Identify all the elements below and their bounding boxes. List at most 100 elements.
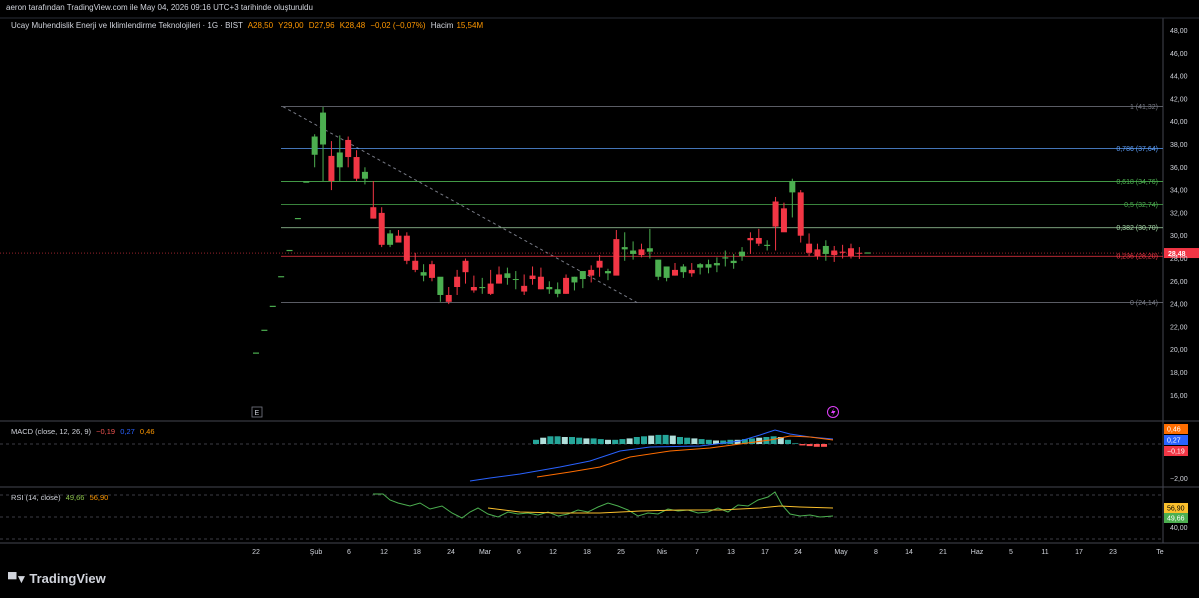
candle-body xyxy=(789,180,796,193)
candle-body xyxy=(412,260,419,270)
candle-body xyxy=(722,257,729,259)
candlestick-series: 28,48 xyxy=(0,106,1199,354)
candle-body xyxy=(437,276,444,295)
macd-histogram-bar xyxy=(705,439,712,444)
macd-histogram-bar xyxy=(569,437,575,444)
candle-body xyxy=(445,294,452,302)
candle-body xyxy=(428,264,435,278)
price-tick-label: 22,00 xyxy=(1170,324,1188,331)
candle-body xyxy=(847,248,854,257)
macd-histogram-bar xyxy=(533,439,539,444)
candle-body xyxy=(512,279,519,281)
macd-histogram-bar xyxy=(677,437,683,444)
macd-histogram-bar xyxy=(655,434,662,444)
macd-histogram-bar xyxy=(641,436,647,444)
candle-body xyxy=(336,152,343,168)
candle-body xyxy=(688,269,695,274)
candle-body xyxy=(361,171,368,179)
time-tick-label: Mar xyxy=(479,549,492,556)
candle-body xyxy=(747,237,754,241)
candle-body xyxy=(705,264,712,268)
rsi-badge-label: 49,66 xyxy=(1167,516,1185,523)
time-tick-label: 17 xyxy=(761,549,769,556)
time-tick-label: 18 xyxy=(583,549,591,556)
time-tick-label: 14 xyxy=(905,549,913,556)
candle-body xyxy=(797,192,804,236)
rsi-tick-label: 40,00 xyxy=(1170,525,1188,532)
macd-histogram-bar xyxy=(583,438,590,444)
price-tick-label: 20,00 xyxy=(1170,347,1188,354)
fib-level-label: 0,786 (37,64) xyxy=(1116,146,1158,153)
time-tick-label: 12 xyxy=(549,549,557,556)
macd-histogram-bar xyxy=(792,443,799,444)
time-tick-label: 24 xyxy=(447,549,455,556)
candle-body xyxy=(588,269,595,276)
rsi-ma-line xyxy=(487,505,834,514)
macd-histogram-bar xyxy=(576,437,583,444)
candle-body xyxy=(462,260,469,273)
macd-histogram-bar xyxy=(806,444,813,447)
rsi-badge-label: 56,90 xyxy=(1167,506,1185,513)
price-tick-label: 18,00 xyxy=(1170,370,1188,377)
candle-body xyxy=(353,157,360,179)
time-tick-label: 23 xyxy=(1109,549,1117,556)
time-tick-label: 25 xyxy=(617,549,625,556)
time-tick-label: 6 xyxy=(347,549,351,556)
macd-histogram-bar xyxy=(684,437,691,444)
rsi-line xyxy=(373,491,834,519)
fib-level-label: 0,382 (30,70) xyxy=(1116,225,1158,232)
candle-body xyxy=(403,235,410,261)
time-tick-label: 6 xyxy=(517,549,521,556)
candle-body xyxy=(680,266,687,273)
candle-body xyxy=(604,271,611,274)
macd-histogram-bar xyxy=(554,436,561,444)
candle-body xyxy=(755,237,762,244)
candle-body xyxy=(663,266,670,278)
macd-histogram-bar xyxy=(691,438,698,444)
candle-body xyxy=(713,263,720,266)
time-tick-label: 24 xyxy=(794,549,802,556)
macd-histogram-bar xyxy=(669,435,676,444)
chart-canvas[interactable]: 1 (41,32) 0,786 (37,64) 0,618 (34,76) 0,5 (… xyxy=(0,0,1199,598)
macd-histogram-bar xyxy=(799,444,806,446)
time-tick-label: 17 xyxy=(1075,549,1083,556)
time-tick-label: 11 xyxy=(1041,549,1048,556)
macd-badge-label: −0,19 xyxy=(1167,449,1185,456)
time-tick-label: 7 xyxy=(695,549,699,556)
lightning-glyph xyxy=(831,408,836,417)
candle-body xyxy=(454,276,461,287)
time-tick-label: Te xyxy=(1156,549,1164,556)
candle-body xyxy=(504,273,511,278)
time-tick-label: 12 xyxy=(380,549,388,556)
price-tick-label: 40,00 xyxy=(1170,119,1188,126)
candle-body xyxy=(638,249,645,256)
macd-histogram-bar xyxy=(626,438,633,444)
candle-body xyxy=(370,207,377,219)
candle-body xyxy=(521,285,528,292)
candle-body xyxy=(487,283,494,294)
e-button-label[interactable]: E xyxy=(255,410,260,417)
macd-histogram-bar xyxy=(619,439,626,444)
time-tick-label: 22 xyxy=(252,549,260,556)
candle-body xyxy=(571,276,578,283)
candle-body xyxy=(311,136,318,155)
time-tick-label: Haz xyxy=(971,549,984,556)
macd-histogram-bar xyxy=(540,437,547,444)
macd-tick-label: −2,00 xyxy=(1170,476,1188,483)
time-tick-label: May xyxy=(834,549,848,556)
candle-body xyxy=(470,287,477,291)
time-tick-label: 5 xyxy=(1009,549,1013,556)
macd-histogram-bar xyxy=(612,439,619,444)
price-tick-label: 42,00 xyxy=(1170,96,1188,103)
price-tick-label: 32,00 xyxy=(1170,210,1188,217)
candle-body xyxy=(739,251,746,257)
macd-histogram-bar xyxy=(698,439,705,444)
macd-badge-label: 0,27 xyxy=(1167,438,1181,445)
candle-body xyxy=(579,271,586,280)
macd-pane: −2,00 0,46 0,27 −0,19 xyxy=(0,424,1188,483)
time-tick-label: Nis xyxy=(657,549,668,556)
price-tick-label: 34,00 xyxy=(1170,188,1188,195)
candle-body xyxy=(345,139,352,158)
candle-body xyxy=(479,287,486,289)
macd-histogram-bar xyxy=(590,438,597,444)
